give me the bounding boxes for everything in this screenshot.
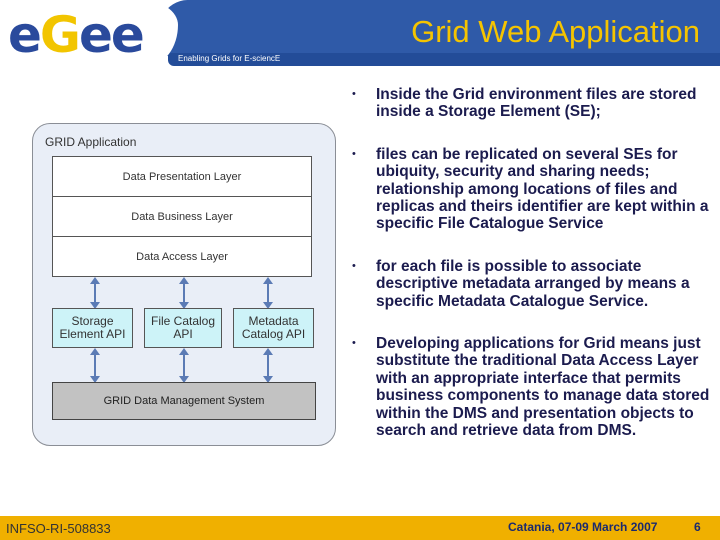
presentation-layer: Data Presentation Layer	[52, 156, 312, 197]
egee-logo: eGee	[8, 6, 145, 64]
grid-application-label: GRID Application	[45, 135, 137, 149]
bullet-icon: •	[352, 337, 356, 350]
bullet-item: • for each file is possible to associate …	[352, 258, 717, 310]
access-layer: Data Access Layer	[52, 236, 312, 277]
storage-element-api: Storage Element API	[52, 308, 133, 348]
api-label: Element API	[59, 327, 126, 341]
bullet-item: • Inside the Grid environment files are s…	[352, 86, 717, 121]
bullet-icon: •	[352, 259, 356, 272]
bullet-icon: •	[352, 147, 356, 160]
data-management-system: GRID Data Management System	[52, 382, 316, 420]
page-number: 6	[694, 520, 701, 534]
bullet-item: • files can be replicated on several SEs …	[352, 146, 717, 233]
arrow-icon	[263, 348, 273, 383]
bullet-text: Inside the Grid environment files are st…	[376, 86, 697, 121]
api-label: Catalog API	[241, 327, 306, 341]
project-id: INFSO-RI-508833	[6, 521, 111, 536]
bullet-text: for each file is possible to associate d…	[376, 257, 690, 310]
business-layer: Data Business Layer	[52, 196, 312, 237]
file-catalog-api: File Catalog API	[144, 308, 222, 348]
architecture-diagram: GRID Application Data Presentation Layer…	[32, 123, 336, 446]
tagline: Enabling Grids for E-sciencE	[178, 54, 281, 63]
bullet-icon: •	[352, 88, 356, 100]
arrow-icon	[263, 277, 273, 309]
metadata-catalog-api: Metadata Catalog API	[233, 308, 314, 348]
api-label: Storage	[71, 314, 114, 328]
bullet-text: files can be replicated on several SEs f…	[376, 145, 709, 233]
bullet-item: • Developing applications for Grid means …	[352, 335, 717, 439]
bullet-list: • Inside the Grid environment files are s…	[352, 86, 717, 465]
api-label: API	[173, 327, 193, 341]
arrow-icon	[90, 277, 100, 309]
api-label: Metadata	[248, 314, 299, 328]
bullet-text: Developing applications for Grid means j…	[376, 335, 710, 440]
slide-title: Grid Web Application	[411, 14, 700, 49]
event-info: Catania, 07-09 March 2007	[508, 520, 658, 534]
arrow-icon	[179, 348, 189, 383]
footer: INFSO-RI-508833 Catania, 07-09 March 200…	[0, 516, 720, 540]
arrow-icon	[90, 348, 100, 383]
arrow-icon	[179, 277, 189, 309]
api-label: File Catalog	[150, 314, 216, 328]
